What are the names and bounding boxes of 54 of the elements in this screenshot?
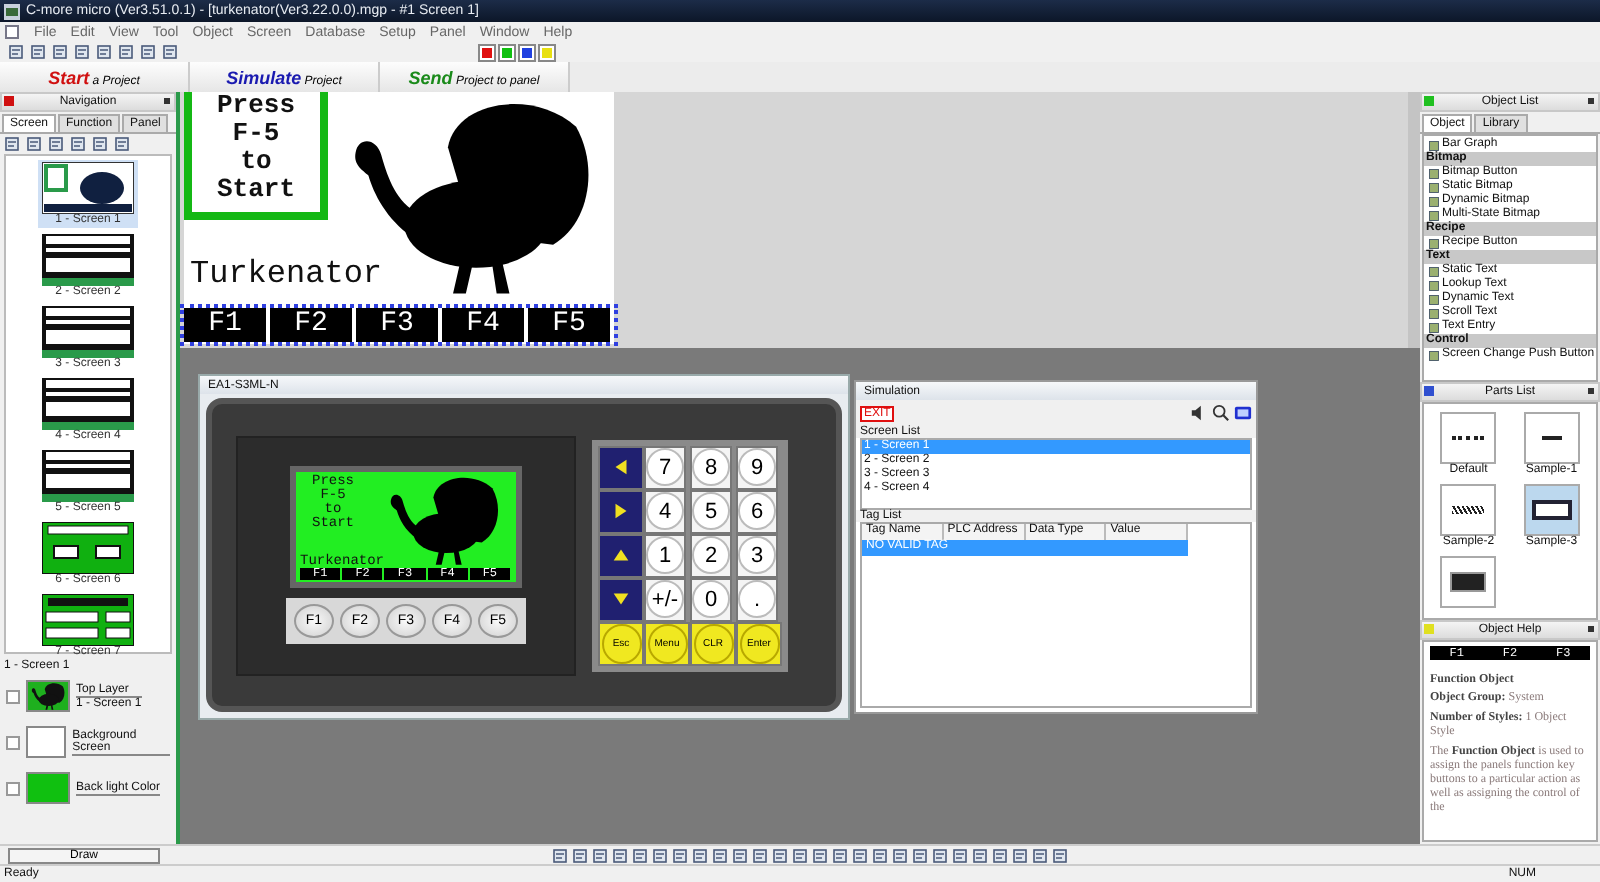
prompt-text: Start bbox=[216, 176, 295, 204]
function-key-label: F4 bbox=[442, 308, 528, 342]
triangle-icon bbox=[610, 588, 632, 610]
number-key[interactable]: 6 bbox=[736, 489, 778, 533]
zoom-icon[interactable] bbox=[1212, 404, 1230, 422]
function-key-label: F5 bbox=[528, 308, 614, 342]
arrow-key[interactable] bbox=[598, 577, 644, 621]
number-key[interactable]: 4 bbox=[644, 489, 686, 533]
arrow-key[interactable] bbox=[598, 533, 644, 577]
triangle-icon bbox=[610, 544, 632, 566]
number-key[interactable]: 3 bbox=[736, 533, 778, 577]
panel-icon bbox=[1424, 96, 1434, 106]
number-key[interactable]: 0 bbox=[690, 577, 732, 621]
object-type-icon bbox=[1428, 349, 1440, 361]
screen-thumbnail bbox=[42, 594, 134, 646]
panel-icon bbox=[4, 96, 14, 106]
object-type-icon bbox=[1428, 237, 1440, 249]
app-icon bbox=[4, 3, 20, 19]
function-key-label: F3 bbox=[356, 308, 442, 342]
number-key[interactable]: 8 bbox=[690, 445, 732, 489]
screen-thumbnail bbox=[42, 162, 134, 214]
part-thumbnail[interactable] bbox=[1523, 484, 1580, 536]
number-key[interactable]: 2 bbox=[690, 533, 732, 577]
number-key[interactable]: 9 bbox=[736, 445, 778, 489]
screen-thumbnail bbox=[42, 522, 134, 574]
triangle-icon bbox=[610, 456, 632, 478]
number-key[interactable]: 5 bbox=[690, 489, 732, 533]
panel-icon bbox=[1424, 386, 1434, 396]
part-thumbnail[interactable] bbox=[1440, 556, 1497, 608]
arrow-key[interactable] bbox=[598, 489, 644, 533]
title-text: Turkenator bbox=[190, 256, 383, 292]
screen-thumbnail bbox=[42, 450, 134, 502]
part-thumbnail[interactable] bbox=[1523, 412, 1580, 464]
prompt-text: F-5 bbox=[232, 120, 280, 148]
screen-thumbnail bbox=[42, 234, 134, 286]
part-thumbnail[interactable] bbox=[1440, 412, 1497, 464]
function-key-label: F2 bbox=[270, 308, 356, 342]
number-key[interactable]: . bbox=[736, 577, 778, 621]
panel-icon bbox=[1424, 624, 1434, 634]
function-key-label: F1 bbox=[184, 308, 270, 342]
checkbox[interactable] bbox=[6, 781, 20, 795]
number-key[interactable]: 7 bbox=[644, 445, 686, 489]
object-type-icon bbox=[1428, 139, 1440, 151]
triangle-icon bbox=[610, 500, 632, 522]
screen-thumbnail bbox=[42, 306, 134, 358]
checkbox[interactable] bbox=[6, 735, 20, 749]
screen-thumbnail bbox=[42, 378, 134, 430]
checkbox[interactable] bbox=[6, 689, 20, 703]
arrow-key[interactable] bbox=[598, 445, 644, 489]
prompt-text: Press bbox=[216, 92, 295, 120]
part-thumbnail[interactable] bbox=[1440, 484, 1497, 536]
number-key[interactable]: 1 bbox=[644, 533, 686, 577]
number-key[interactable]: +/- bbox=[644, 577, 686, 621]
prompt-text: to bbox=[240, 148, 272, 176]
